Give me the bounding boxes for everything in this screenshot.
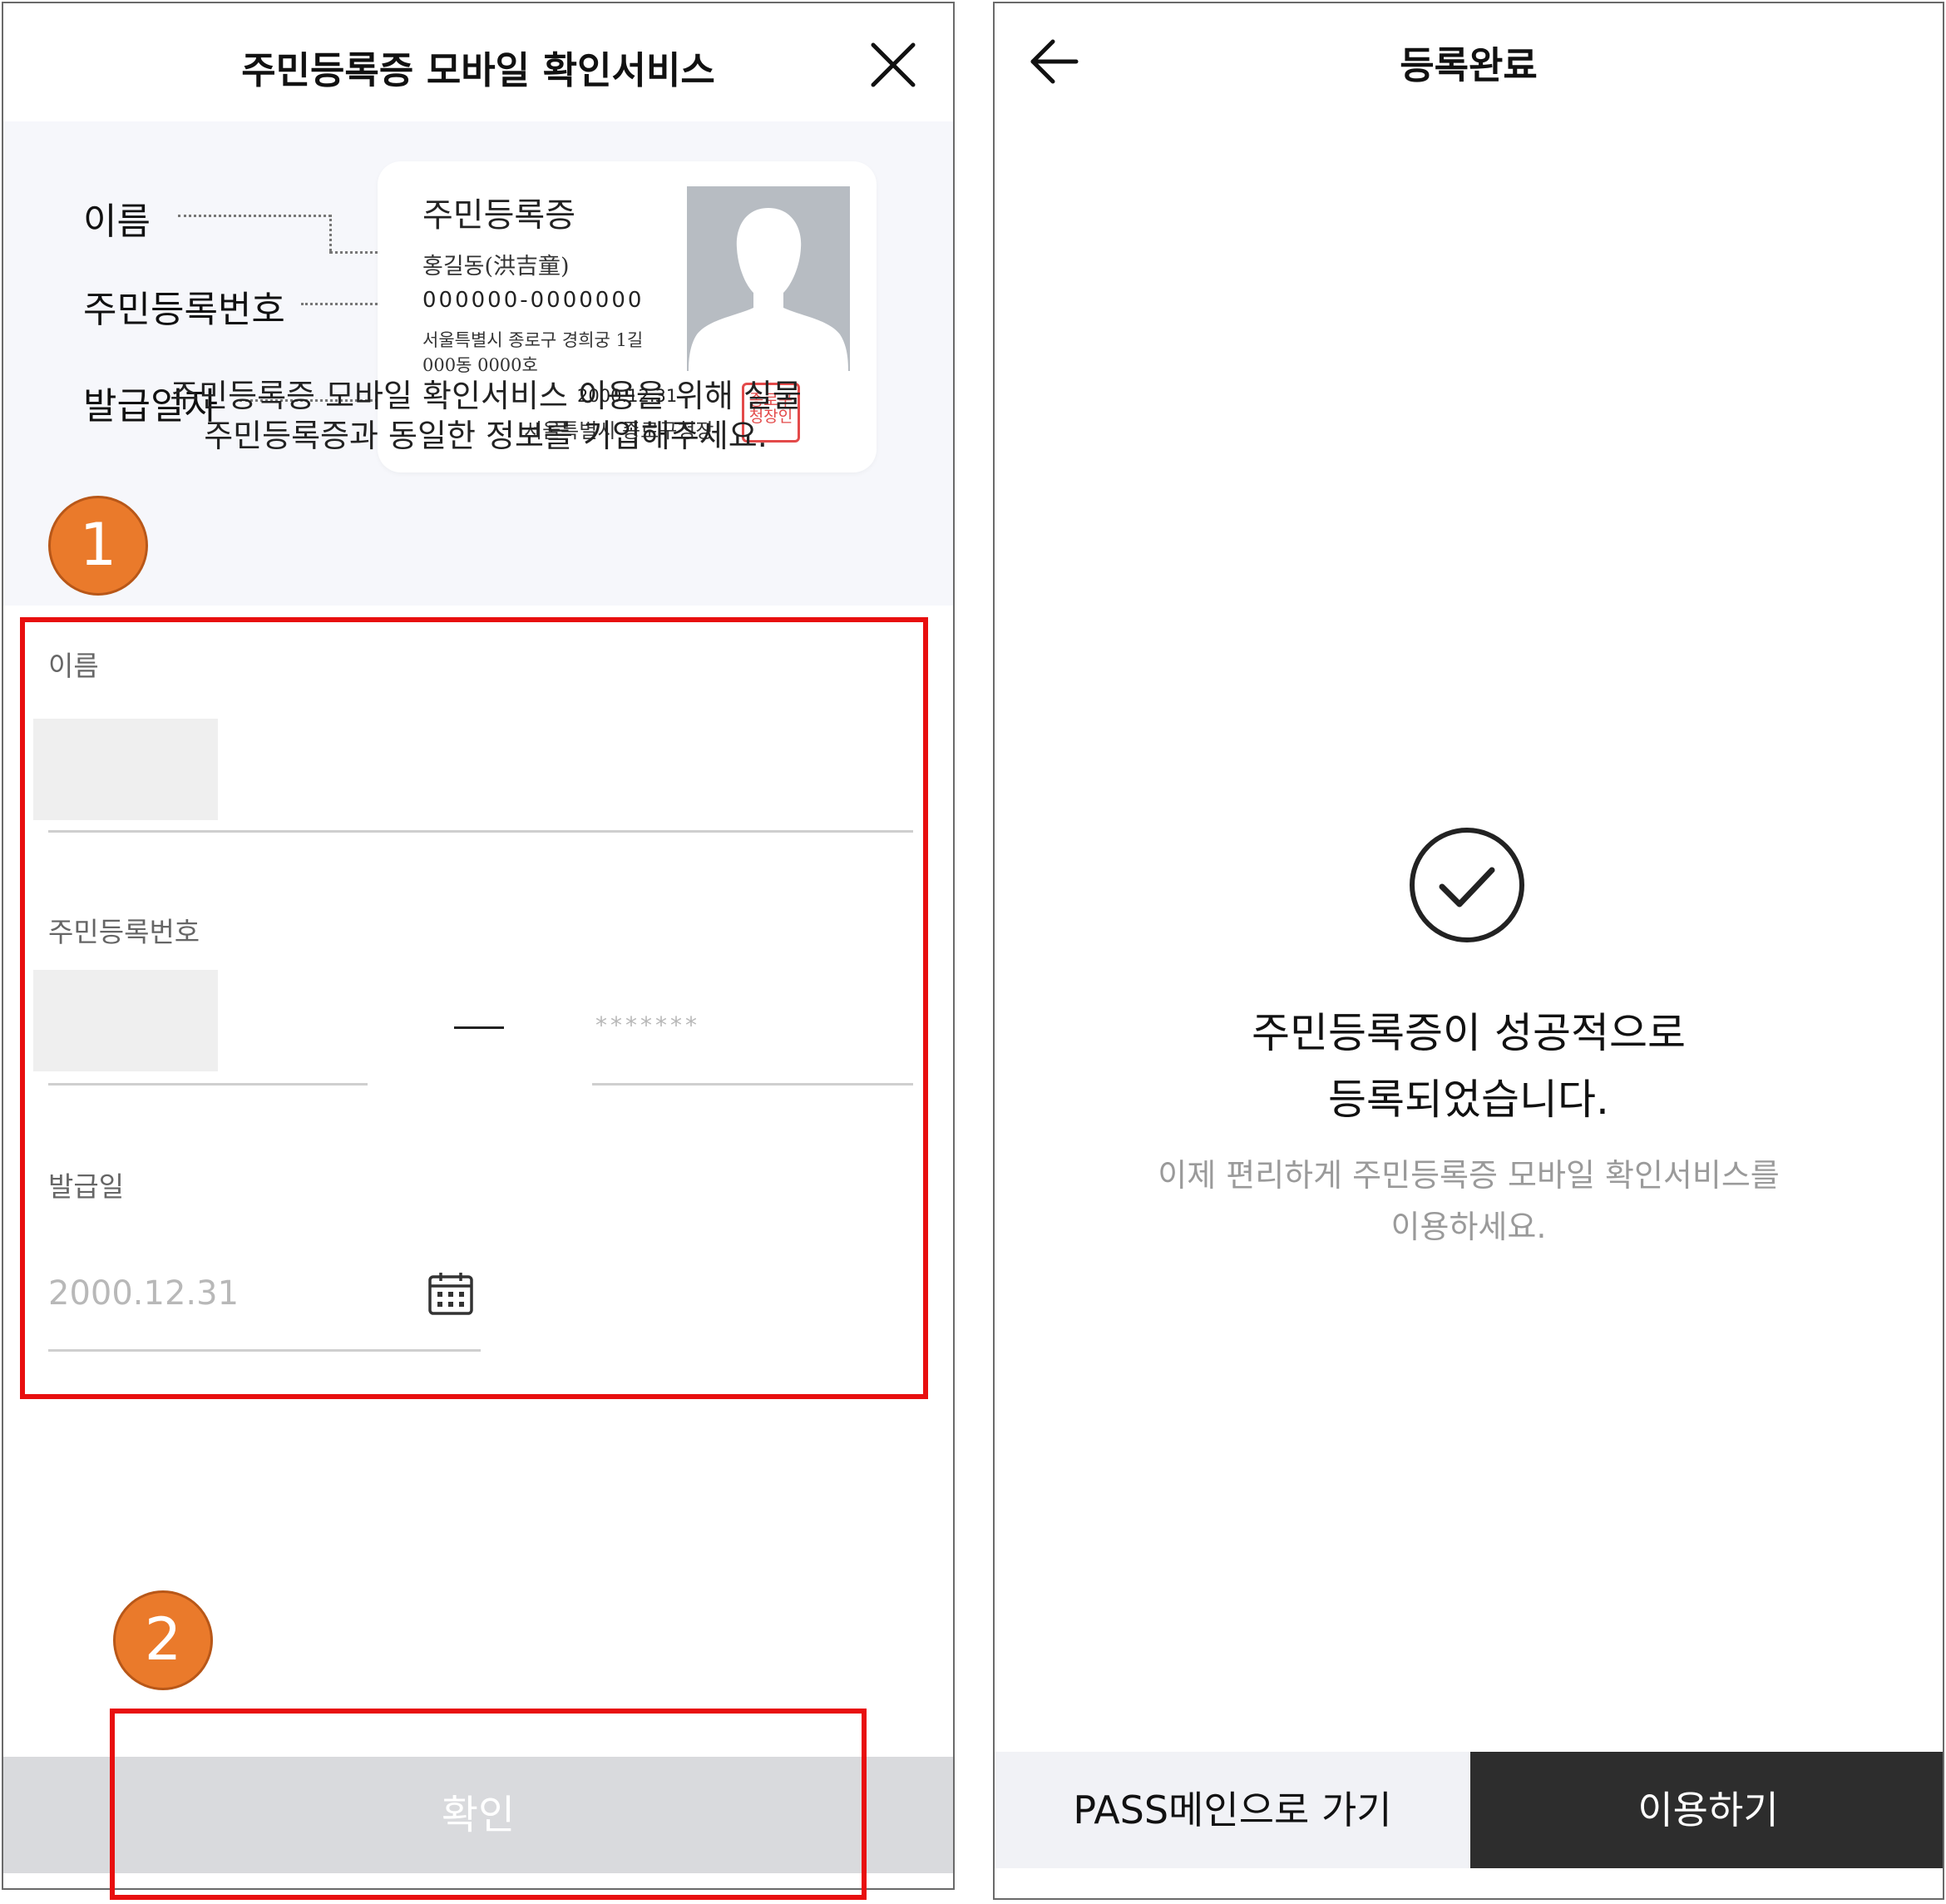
success-indicator	[1407, 825, 1527, 945]
card-number: 000000-0000000	[422, 288, 645, 313]
issue-date-label: 발급일	[48, 1170, 125, 1203]
pass-main-button[interactable]: PASS메인으로 가기	[995, 1752, 1470, 1868]
id-back-placeholder: *******	[595, 1011, 700, 1039]
use-button[interactable]: 이용하기	[1470, 1752, 1943, 1868]
close-button[interactable]	[868, 40, 918, 90]
calendar-icon	[428, 1273, 473, 1315]
id-front-masked-value	[33, 970, 218, 1071]
issue-date-placeholder: 2000.12.31	[48, 1274, 240, 1313]
page-title: 주민등록증 모바일 확인서비스	[241, 48, 715, 92]
check-circle-icon	[1410, 828, 1524, 942]
guide-label-id-number: 주민등록번호	[83, 289, 285, 331]
card-address-line1: 서울특별시 종로구 경희궁 1길	[422, 330, 644, 350]
card-photo	[687, 186, 850, 371]
calendar-button[interactable]	[427, 1271, 474, 1316]
registration-form-screen: 주민등록증 모바일 확인서비스 이름 주민등록번호 발급일자 주민등록증 홍길동…	[2, 2, 955, 1890]
issue-date-underline	[48, 1349, 481, 1352]
id-separator-dash	[454, 1026, 504, 1029]
person-silhouette-icon	[689, 208, 848, 371]
notice-text: 주민등록증 모바일 확인서비스 이용을 위해 실물 주민등록증과 동일한 정보를…	[170, 378, 802, 454]
page-title: 등록완료	[1400, 43, 1538, 87]
complete-header: 등록완료	[995, 3, 1943, 121]
id-back-underline	[592, 1083, 913, 1086]
registration-complete-screen: 등록완료 주민등록증이 성공적으로 등록되었습니다. 이제 편리하게 주민등록증…	[993, 2, 1944, 1900]
card-address-line2: 000동 0000호	[422, 355, 538, 375]
sub-message: 이제 편리하게 주민등록증 모바일 확인서비스를 이용하세요.	[1158, 1157, 1780, 1245]
close-icon	[871, 42, 916, 87]
name-label: 이름	[48, 650, 99, 682]
step-badge-2: 2	[113, 1590, 213, 1690]
name-masked-value	[33, 719, 218, 820]
card-title: 주민등록증	[422, 196, 575, 235]
guide-label-name: 이름	[83, 200, 151, 243]
step-badge-1: 1	[48, 496, 148, 596]
name-underline	[48, 830, 913, 833]
success-message: 주민등록증이 성공적으로 등록되었습니다.	[1252, 1009, 1686, 1124]
id-number-label: 주민등록번호	[48, 916, 200, 948]
guide-line-name-b	[329, 215, 332, 251]
id-front-underline	[48, 1083, 368, 1086]
guide-line-name-a	[178, 215, 331, 217]
confirm-button[interactable]: 확인	[3, 1757, 953, 1873]
form-header: 주민등록증 모바일 확인서비스	[3, 3, 953, 121]
card-name: 홍길동(洪吉童)	[422, 254, 570, 279]
